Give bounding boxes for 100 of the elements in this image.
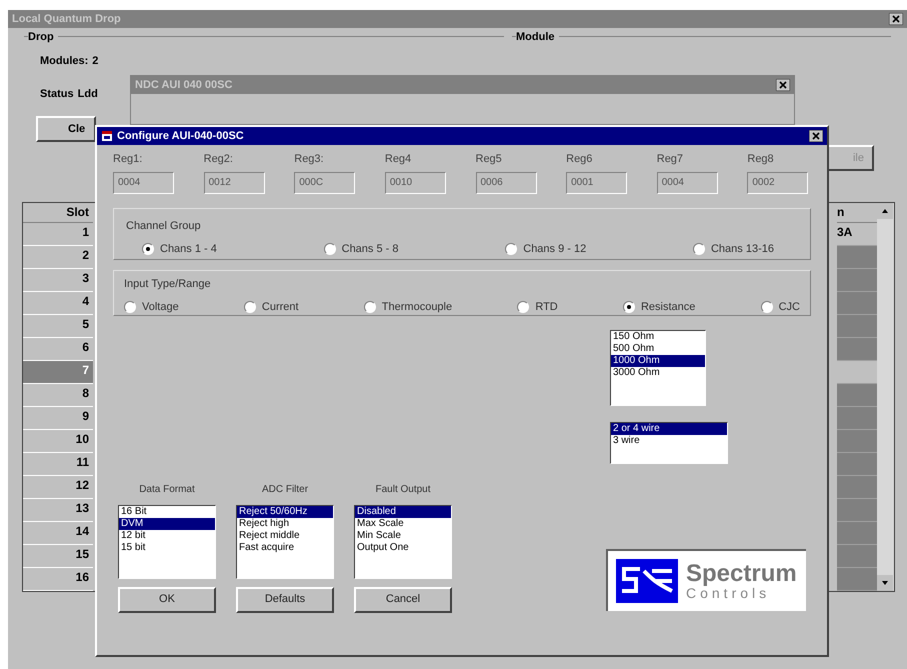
logo-subtext: Controls bbox=[686, 586, 770, 600]
dialog-button[interactable]: Cancel bbox=[354, 586, 452, 612]
radio-label: CJC bbox=[778, 300, 800, 314]
row-header[interactable]: 4 bbox=[23, 292, 93, 315]
radio-label: Thermocouple bbox=[382, 300, 452, 314]
list-item[interactable]: 150 Ohm bbox=[611, 330, 705, 342]
radio-button[interactable] bbox=[760, 300, 773, 313]
list-item[interactable]: Disabled bbox=[355, 506, 451, 518]
row-header[interactable]: 3 bbox=[23, 269, 93, 292]
logo-icon bbox=[616, 558, 678, 602]
register-field[interactable]: 0004 bbox=[113, 172, 174, 194]
register-label: Reg5 bbox=[476, 152, 503, 167]
row-header[interactable]: 1 bbox=[23, 223, 93, 246]
close-icon[interactable] bbox=[809, 130, 823, 142]
list-item[interactable]: 3000 Ohm bbox=[611, 366, 705, 378]
table-cell bbox=[837, 315, 877, 338]
register-field[interactable]: 0006 bbox=[476, 172, 536, 194]
list-label: Data Format bbox=[139, 482, 195, 496]
list-box[interactable]: Reject 50/60Hz Reject high Reject middle Fast acquire bbox=[236, 504, 334, 578]
table-cell bbox=[837, 430, 877, 453]
list-item[interactable]: 2 or 4 wire bbox=[611, 422, 727, 434]
row-header[interactable]: 14 bbox=[23, 522, 93, 545]
group-label: Input Type/Range bbox=[124, 278, 211, 290]
status-label: Status bbox=[40, 86, 74, 102]
list-item[interactable]: Reject 50/60Hz bbox=[237, 506, 333, 518]
scroll-down-icon[interactable] bbox=[877, 575, 893, 591]
radio-button[interactable] bbox=[324, 242, 336, 255]
row-header[interactable]: 5 bbox=[23, 315, 93, 338]
row-header[interactable]: 12 bbox=[23, 476, 93, 499]
register-field[interactable]: 0002 bbox=[747, 172, 808, 194]
table-cell bbox=[837, 384, 877, 407]
list-item[interactable]: Reject high bbox=[237, 518, 333, 530]
table-cell bbox=[837, 453, 877, 476]
status-value: Ldd bbox=[78, 86, 98, 102]
radio-label: RTD bbox=[535, 300, 558, 314]
radio-button[interactable] bbox=[622, 300, 635, 313]
list-item[interactable]: DVM bbox=[119, 518, 215, 530]
list-item[interactable]: 3 wire bbox=[611, 434, 727, 446]
row-header[interactable]: 10 bbox=[23, 430, 93, 453]
register-field[interactable]: 000C bbox=[294, 172, 356, 194]
radio-button[interactable] bbox=[124, 300, 136, 313]
register-label: Reg3: bbox=[294, 152, 325, 167]
row-header[interactable]: 16 bbox=[23, 568, 93, 591]
radio-button[interactable] bbox=[505, 242, 518, 255]
row-header[interactable]: 2 bbox=[23, 246, 93, 269]
radio-label: Resistance bbox=[640, 300, 696, 314]
register-label: Reg8 bbox=[747, 152, 775, 167]
table-cell bbox=[837, 522, 877, 545]
register-field[interactable]: 0001 bbox=[566, 172, 628, 194]
row-header[interactable]: 7 bbox=[23, 361, 93, 384]
close-icon[interactable] bbox=[889, 13, 903, 25]
register-field[interactable]: 0004 bbox=[656, 172, 718, 194]
list-item[interactable]: 12 bit bbox=[119, 530, 215, 542]
dialog-button[interactable]: Defaults bbox=[236, 586, 334, 612]
list-box[interactable]: 2 or 4 wire 3 wire bbox=[610, 422, 728, 464]
list-box[interactable]: 150 Ohm 500 Ohm 1000 Ohm 3000 Ohm bbox=[610, 330, 706, 406]
list-box[interactable]: Disabled Max Scale Min Scale Output One bbox=[354, 504, 452, 578]
push-button[interactable]: Cle bbox=[36, 116, 96, 142]
row-header[interactable]: 15 bbox=[23, 545, 93, 568]
radio-button[interactable] bbox=[364, 300, 376, 313]
row-header[interactable]: 13 bbox=[23, 499, 93, 522]
table-cell bbox=[837, 568, 877, 591]
list-item[interactable]: Min Scale bbox=[355, 530, 451, 542]
radio-button[interactable] bbox=[692, 242, 705, 255]
app-icon bbox=[101, 130, 113, 142]
row-header[interactable]: 9 bbox=[23, 407, 93, 430]
register-field[interactable]: 0012 bbox=[204, 172, 265, 194]
radio-label: Chans 13-16 bbox=[710, 242, 774, 256]
radio-button[interactable] bbox=[244, 300, 256, 313]
list-item[interactable]: Output One bbox=[355, 542, 451, 554]
list-item[interactable]: 1000 Ohm bbox=[611, 354, 705, 366]
list-item[interactable]: Fast acquire bbox=[237, 542, 333, 554]
radio-label: Voltage bbox=[142, 300, 179, 314]
list-item[interactable]: 500 Ohm bbox=[611, 342, 705, 354]
scroll-up-icon[interactable] bbox=[877, 203, 893, 219]
list-item[interactable]: 15 bit bbox=[119, 542, 215, 554]
radio-label: Current bbox=[262, 300, 299, 314]
modules-value: 2 bbox=[92, 54, 98, 69]
table-cell bbox=[837, 476, 877, 499]
scrollbar[interactable] bbox=[877, 203, 894, 591]
register-label: Reg2: bbox=[204, 152, 234, 167]
table-cell bbox=[837, 269, 877, 292]
group-label: Drop bbox=[28, 29, 58, 46]
radio-button[interactable] bbox=[517, 300, 530, 313]
dialog-button[interactable]: OK bbox=[118, 586, 216, 612]
logo-text: Spectrum bbox=[686, 562, 797, 586]
register-field[interactable]: 0010 bbox=[384, 172, 446, 194]
window-title: NDC AUI 040 00SC bbox=[135, 78, 232, 93]
list-item[interactable]: Max Scale bbox=[355, 518, 451, 530]
row-header[interactable]: 8 bbox=[23, 384, 93, 407]
list-box[interactable]: 16 Bit DVM 12 bit 15 bit bbox=[118, 504, 216, 578]
radio-button[interactable] bbox=[142, 242, 154, 255]
list-item[interactable]: Reject middle bbox=[237, 530, 333, 542]
radio-label: Chans 5 - 8 bbox=[342, 242, 398, 256]
close-icon[interactable] bbox=[776, 79, 790, 91]
row-header[interactable]: 11 bbox=[23, 453, 93, 476]
register-label: Reg4 bbox=[384, 152, 412, 167]
list-item[interactable]: 16 Bit bbox=[119, 506, 215, 518]
table-cell bbox=[837, 246, 877, 269]
window-title: Local Quantum Drop bbox=[12, 12, 121, 27]
